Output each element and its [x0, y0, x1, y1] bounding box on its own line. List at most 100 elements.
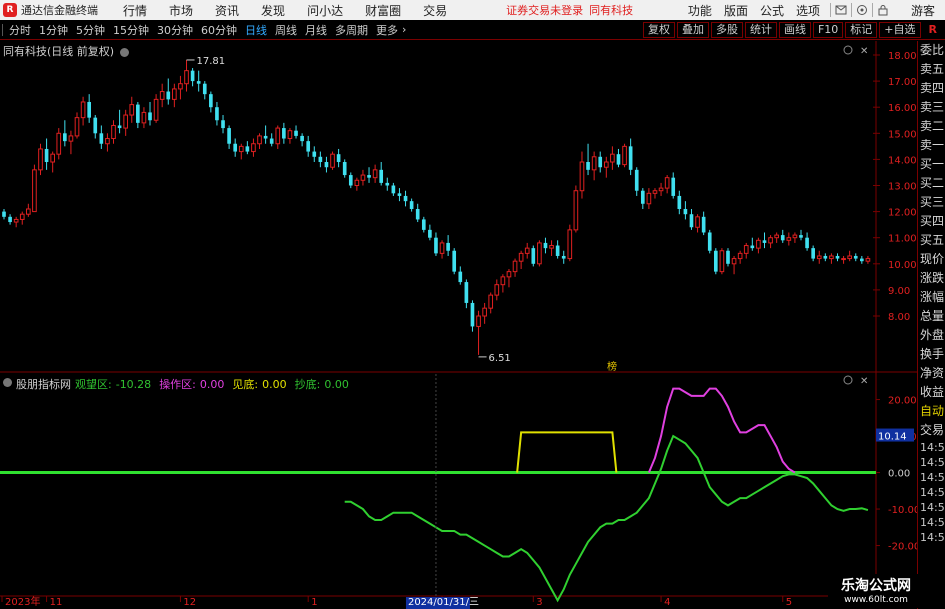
quote-net-asset: 净资 — [920, 366, 945, 380]
candle-body — [13, 218, 19, 223]
candle-body — [409, 201, 414, 209]
candle-body — [68, 135, 74, 142]
candle-body — [731, 258, 737, 265]
candle-body — [348, 175, 353, 186]
candle-body — [178, 83, 183, 90]
high-price-label: 17.81 — [197, 56, 226, 67]
candle-body — [136, 104, 140, 123]
stock-chart-title[interactable]: 同有科技(日线 前复权) — [3, 43, 129, 59]
candle-body — [87, 101, 91, 118]
right-panel-toggle-icon[interactable]: R — [929, 23, 937, 36]
quote-sell5: 卖五 — [920, 62, 945, 76]
candle-body — [32, 169, 37, 213]
date-tick-label: 2023年 — [5, 595, 40, 608]
candle-body — [835, 255, 840, 259]
candle-body — [129, 104, 135, 116]
price-tick-label: 18.00 — [888, 51, 917, 62]
candle-body — [841, 258, 846, 261]
candle-body — [549, 245, 554, 249]
candle-body — [172, 88, 177, 100]
candle-body — [354, 179, 360, 186]
price-tick-label: 13.00 — [888, 182, 917, 193]
candle-body — [251, 143, 256, 153]
low-price-label: 6.51 — [489, 353, 511, 364]
candle-body — [591, 156, 597, 171]
pane-settings-icon — [843, 45, 853, 55]
date-tick-label: 3 — [536, 597, 542, 608]
candle-body — [397, 193, 402, 196]
price-tick-label: 9.00 — [888, 286, 910, 297]
quote-weibi: 委比 — [920, 43, 945, 57]
candle-body — [512, 260, 518, 273]
candle-body — [245, 146, 250, 152]
candle-body — [689, 214, 694, 228]
price-axis: 18.00 17.00 16.00 15.00 14.00 13.00 12.00 11.00… — [873, 51, 917, 323]
indicator-title-bar[interactable]: 股朋指标网 观望区: -10.28 操作区: 0.00 见底: 0.00 抄底: 0.0… — [3, 376, 357, 392]
candle-body — [74, 117, 80, 137]
candle-body — [50, 153, 55, 163]
candle-body — [634, 169, 639, 191]
price-tick-label: 10.00 — [888, 260, 917, 271]
watermark-title: 乐淘公式网 — [841, 578, 911, 594]
candle-body — [367, 175, 371, 178]
candle-body — [586, 162, 590, 170]
trade-time: 14:56 — [920, 516, 945, 529]
candle-body — [811, 248, 815, 259]
candle-body — [38, 148, 43, 171]
trade-time: 14:56 — [920, 471, 945, 484]
candlestick-series — [2, 59, 871, 355]
candle-body — [141, 111, 147, 124]
indicator-name[interactable]: 股朋指标网 — [16, 376, 71, 392]
chart-canvas[interactable]: 18.0017.0016.0015.0014.0013.0012.0011.00… — [0, 0, 917, 609]
indicator-axis: 20.0010.000.00-10.00-20.00-30.0010.14 — [876, 396, 917, 589]
date-tick-label: 5 — [786, 597, 792, 608]
candle-body — [44, 148, 49, 163]
guanwang-line — [344, 434, 869, 603]
quote-volume: 总量 — [920, 309, 945, 323]
jiandi-line — [516, 431, 618, 473]
price-tick-label: 17.00 — [888, 77, 917, 88]
candle-body — [567, 229, 573, 260]
candle-body — [275, 127, 281, 145]
candle-body — [726, 250, 730, 264]
date-tick-label: 1 — [311, 597, 317, 608]
candle-body — [452, 250, 457, 272]
candle-body — [19, 213, 25, 220]
price-tick-label: 16.00 — [888, 103, 917, 114]
trade-time: 14:56 — [920, 486, 945, 499]
indicator-caozuo: 操作区: 0.00 — [159, 378, 225, 391]
title-dropdown-icon[interactable] — [119, 47, 129, 57]
quote-buy5: 买五 — [920, 233, 945, 247]
trade-time: 14:56 — [920, 441, 945, 454]
auto-trade-button[interactable]: 自动 — [918, 402, 945, 421]
candle-body — [531, 248, 536, 264]
candle-body — [80, 101, 86, 119]
candle-body — [184, 70, 189, 85]
candle-body — [695, 216, 700, 228]
candle-body — [640, 190, 645, 204]
candle-body — [579, 161, 585, 192]
indicator-settings-icon[interactable] — [3, 378, 12, 387]
indicator-value-tag: 10.14 — [878, 432, 907, 443]
candle-body — [762, 240, 767, 243]
caozuo-line — [647, 387, 796, 474]
candle-body — [664, 177, 670, 189]
candle-body — [446, 242, 450, 251]
candle-body — [494, 284, 500, 296]
candle-body — [294, 130, 298, 136]
quote-turnover: 换手 — [920, 347, 945, 361]
candle-body — [658, 187, 664, 192]
quote-buy1: 买一 — [920, 157, 945, 171]
date-tick-label: 12 — [183, 597, 196, 608]
candle-body — [518, 252, 524, 262]
candle-body — [701, 216, 706, 233]
candle-body — [99, 133, 104, 144]
candle-body — [428, 229, 432, 238]
quote-price: 现价 — [920, 252, 945, 266]
price-tick-label: 14.00 — [888, 155, 917, 166]
candle-body — [805, 237, 809, 249]
date-tick-label: 4 — [664, 597, 670, 608]
candle-body — [683, 208, 688, 215]
candle-body — [159, 91, 165, 100]
candle-body — [555, 245, 560, 256]
